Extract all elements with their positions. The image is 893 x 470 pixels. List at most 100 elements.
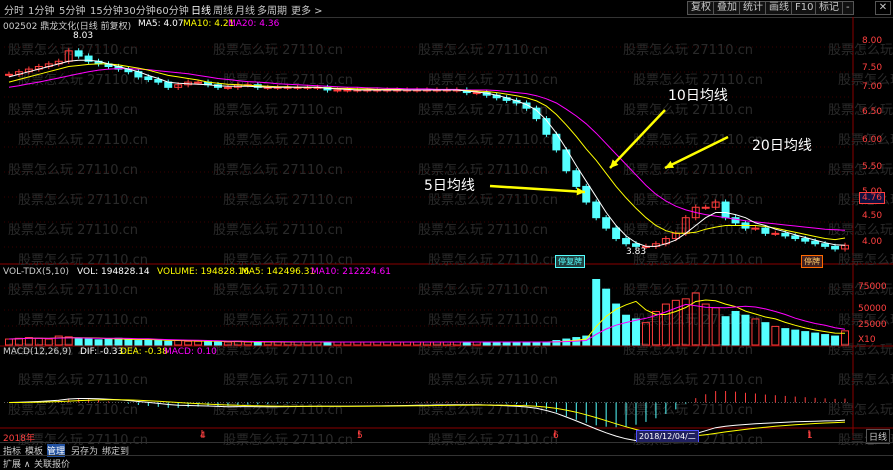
volume-bar: [144, 339, 153, 346]
watermark-text: 股票怎么玩 27110.cn: [633, 373, 763, 388]
current-price-tag: 4.76: [858, 192, 885, 204]
vol-tick: 25000: [858, 320, 887, 330]
watermark-text: 股票怎么玩 27110.cn: [18, 253, 148, 268]
kline-chart[interactable]: 股票怎么玩 27110.cn 股票怎么玩 27110.cn 股票怎么玩 27110.…: [0, 0, 893, 467]
watermark-text: 股票怎么玩 27110.cn: [623, 403, 753, 418]
price-tick: 6.00: [862, 135, 883, 145]
ma20-value: MA20: 4.36: [228, 19, 280, 29]
related-quote-button[interactable]: 关联报价: [34, 457, 70, 470]
watermark-text: 股票怎么玩 27110.cn: [418, 283, 548, 298]
candle-body: [333, 89, 342, 92]
candle-body: [572, 170, 581, 187]
price-tick: 7.50: [862, 63, 883, 73]
watermark-text: 股票怎么玩 27110.cn: [8, 103, 138, 118]
candle-body: [582, 185, 591, 203]
watermark-text: 股票怎么玩 27110.cn: [18, 313, 148, 328]
volume-bar: [253, 341, 262, 346]
watermark-text: 股票怎么玩 27110.cn: [8, 163, 138, 178]
volume-bar: [791, 329, 800, 346]
watermark-text: 股票怎么玩 27110.cn: [418, 223, 548, 238]
volume-bar: [194, 340, 203, 346]
candle-body: [612, 227, 621, 240]
volume-bar: [602, 288, 611, 346]
watermark-text: 股票怎么玩 27110.cn: [223, 193, 353, 208]
resume-badge: 停复牌: [555, 255, 585, 268]
watermark-text: 股票怎么玩 27110.cn: [18, 73, 148, 88]
volume-bar: [771, 325, 780, 346]
candle-body: [721, 201, 730, 219]
macd-title: MACD(12,26,9): [3, 347, 72, 357]
macd-value: MACD: 0.10: [164, 347, 217, 357]
candle-body: [701, 206, 710, 209]
candle-body: [4, 73, 13, 76]
vol-value: VOL: 194828.14: [77, 267, 150, 277]
watermark-text: 股票怎么玩 27110.cn: [838, 373, 893, 388]
volume-bar: [731, 311, 740, 346]
volume-bar: [134, 340, 143, 346]
price-tick: 4.50: [862, 211, 883, 221]
candle-body: [801, 238, 810, 242]
volume-bar: [104, 338, 113, 346]
watermark-text: 股票怎么玩 27110.cn: [8, 283, 138, 298]
stock-title: 002502 鼎龙文化(日线 前复权): [3, 22, 132, 32]
watermark-text: 股票怎么玩 27110.cn: [8, 43, 138, 58]
indicator-tabs: 指标 模板 管理 另存为 绑定到: [0, 442, 893, 457]
price-tick: 5.50: [862, 162, 883, 172]
watermark-text: 股票怎么玩 27110.cn: [828, 223, 893, 238]
vol-tick: 75000: [858, 282, 887, 292]
volume-bar: [741, 314, 750, 346]
watermark-text: 股票怎么玩 27110.cn: [623, 103, 753, 118]
watermark-text: 股票怎么玩 27110.cn: [213, 163, 343, 178]
watermark-text: 股票怎么玩 27110.cn: [223, 253, 353, 268]
halt-badge: 停牌: [801, 255, 823, 268]
volume-bar: [214, 341, 222, 346]
volume-bar: [204, 340, 213, 346]
vol-title: VOL-TDX(5,10): [3, 267, 70, 277]
watermark-text: 股票怎么玩 27110.cn: [828, 403, 893, 418]
volume-bar: [821, 334, 830, 346]
volume-bar: [184, 340, 193, 346]
expand-button[interactable]: 扩展 ∧: [3, 457, 30, 470]
watermark-text: 股票怎么玩 27110.cn: [223, 373, 353, 388]
watermark-text: 股票怎么玩 27110.cn: [428, 133, 558, 148]
candle-body: [821, 243, 830, 247]
watermark-text: 股票怎么玩 27110.cn: [213, 283, 343, 298]
watermark-text: 股票怎么玩 27110.cn: [623, 43, 753, 58]
watermark-text: 股票怎么玩 27110.cn: [428, 73, 558, 88]
high-price-label: 8.03: [73, 31, 94, 41]
candle-body: [761, 227, 770, 234]
volume-bar: [761, 322, 770, 346]
vol-tick: 50000: [858, 304, 887, 314]
price-tick: 8.00: [862, 36, 883, 46]
volume-bar: [622, 314, 631, 346]
candle-body: [811, 240, 820, 245]
candle-body: [831, 245, 840, 250]
candle-body: [154, 79, 163, 83]
volume-bar: [721, 316, 730, 346]
watermark-text: 股票怎么玩 27110.cn: [623, 283, 753, 298]
watermark-text: 股票怎么玩 27110.cn: [838, 253, 893, 268]
watermark-text: 股票怎么玩 27110.cn: [8, 403, 138, 418]
candle-body: [74, 50, 83, 57]
dea-value: DEA: -0.38: [120, 347, 168, 357]
volume-bar: [74, 337, 83, 346]
volume-value: VOLUME: 194828.16: [157, 267, 250, 277]
watermark-text: 股票怎么玩 27110.cn: [18, 133, 148, 148]
watermark-text: 股票怎么玩 27110.cn: [428, 313, 558, 328]
watermark-text: 股票怎么玩 27110.cn: [213, 43, 343, 58]
ma10-value: MA10: 4.21: [183, 19, 235, 29]
candle-body: [144, 76, 153, 81]
volume-bar: [164, 340, 173, 346]
price-tick: 7.00: [862, 82, 883, 92]
ma5-annotation: 5日均线: [424, 178, 475, 194]
watermark-text: 股票怎么玩 27110.cn: [18, 193, 148, 208]
ma5-value: MA5: 4.07: [138, 19, 184, 29]
ma5-arrow: [489, 184, 586, 194]
watermark-text: 股票怎么玩 27110.cn: [633, 133, 763, 148]
watermark-text: 股票怎么玩 27110.cn: [223, 133, 353, 148]
candle-body: [194, 81, 203, 84]
volume-bar: [94, 339, 103, 346]
volume-bar: [174, 340, 183, 346]
watermark-text: 股票怎么玩 27110.cn: [428, 373, 558, 388]
watermark-text: 股票怎么玩 27110.cn: [213, 103, 343, 118]
